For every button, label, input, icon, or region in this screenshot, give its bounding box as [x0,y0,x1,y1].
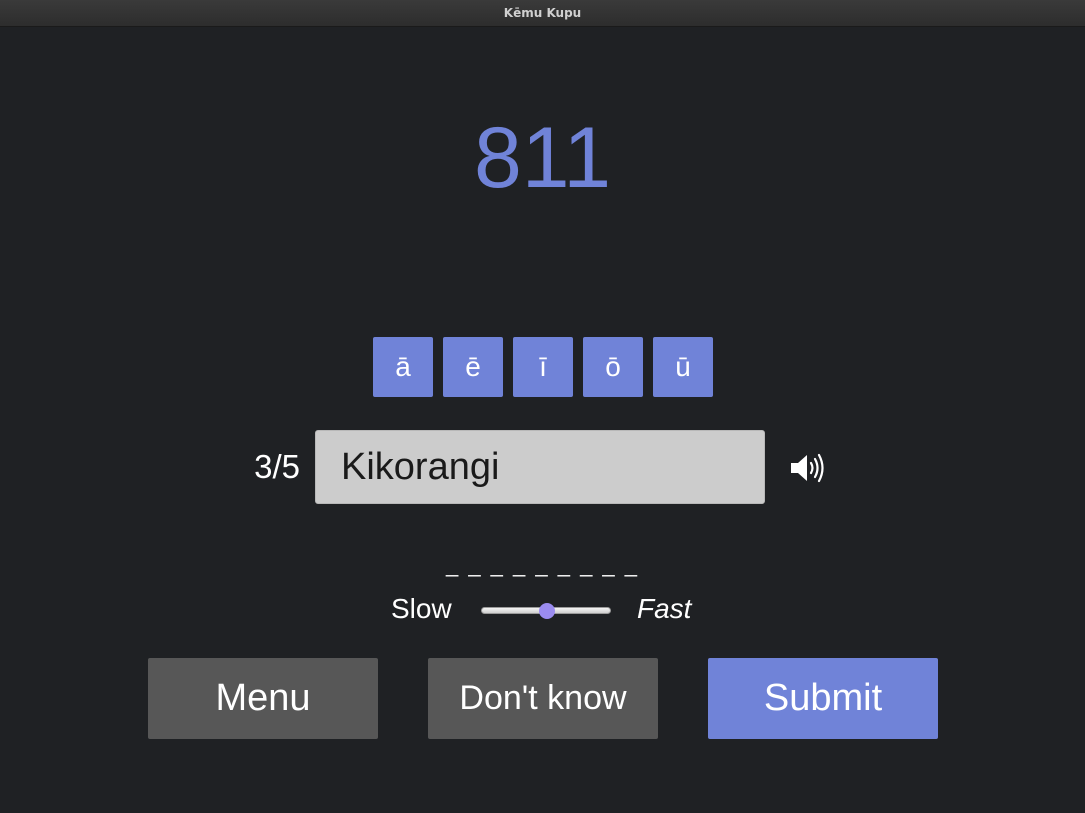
slow-label: Slow [391,593,452,624]
submit-button[interactable]: Submit [708,658,938,739]
menu-button[interactable]: Menu [148,658,378,739]
dont-know-button[interactable]: Don't know [428,658,658,739]
answer-input[interactable] [315,430,765,504]
macron-a-button[interactable]: ā [373,337,433,397]
prompt-number: 811 [473,110,612,206]
speed-control: Slow Fast [0,591,1085,631]
macron-e-button[interactable]: ē [443,337,503,397]
window-title: Kēmu Kupu [503,6,582,20]
answer-hint: _ _ _ _ _ _ _ _ _ [445,552,640,577]
macron-button-group: ā ē ī ō ū [373,337,713,397]
window-titlebar: Kēmu Kupu [0,0,1085,27]
macron-i-button[interactable]: ī [513,337,573,397]
question-progress: 3/5 [254,448,300,485]
speaker-volume-icon[interactable] [790,452,826,484]
speed-slider-thumb[interactable] [539,603,555,619]
macron-u-button[interactable]: ū [653,337,713,397]
macron-o-button[interactable]: ō [583,337,643,397]
fast-label: Fast [637,593,692,624]
